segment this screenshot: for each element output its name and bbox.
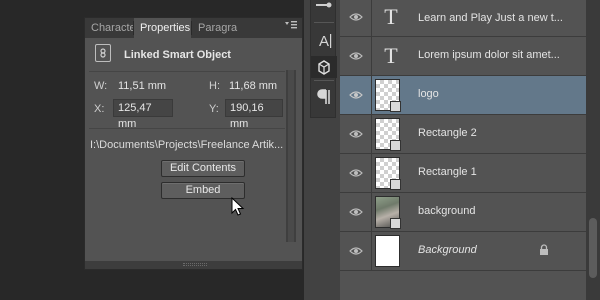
properties-panel: Characte Properties Paragra Linked Smart… bbox=[84, 17, 303, 270]
layer-name: Rectangle 2 bbox=[418, 127, 477, 139]
layer-thumbnail bbox=[375, 118, 401, 151]
edit-contents-button[interactable]: Edit Contents bbox=[161, 160, 245, 177]
visibility-toggle[interactable] bbox=[340, 232, 372, 270]
panel-menu-icon[interactable] bbox=[282, 20, 300, 36]
tool-strip: A bbox=[304, 0, 340, 300]
layer-name: Background bbox=[418, 244, 477, 256]
eye-icon bbox=[349, 208, 363, 216]
x-position-field[interactable]: 125,47 mm bbox=[113, 99, 173, 130]
smart-object-badge-icon bbox=[390, 179, 401, 190]
svg-text:A: A bbox=[319, 33, 329, 50]
visibility-toggle[interactable] bbox=[340, 0, 372, 36]
layer-row-selected[interactable]: logo bbox=[340, 76, 586, 115]
text-layer-icon: T bbox=[384, 4, 398, 29]
width-label: W: bbox=[94, 80, 108, 92]
tool-divider bbox=[314, 22, 334, 23]
layer-name: background bbox=[418, 205, 476, 217]
resize-grip[interactable] bbox=[85, 261, 302, 269]
character-tool-icon[interactable]: A bbox=[311, 30, 337, 52]
layers-panel: T Learn and Play Just a new t... T Lorem… bbox=[340, 0, 586, 300]
tab-character[interactable]: Characte bbox=[85, 18, 133, 38]
brush-tool-icon[interactable] bbox=[311, 0, 337, 22]
linked-smart-object-icon bbox=[95, 44, 111, 62]
width-value: 11,51 mm bbox=[118, 80, 167, 92]
layer-thumbnail bbox=[375, 79, 401, 112]
divider bbox=[89, 71, 285, 72]
layer-row[interactable]: Rectangle 2 bbox=[340, 115, 586, 154]
layer-row[interactable]: Background bbox=[340, 232, 586, 271]
eye-icon bbox=[349, 169, 363, 177]
grip-dots bbox=[183, 263, 207, 266]
layers-scrollbar[interactable] bbox=[586, 0, 600, 300]
tab-paragraph[interactable]: Paragra bbox=[192, 18, 240, 38]
eye-icon bbox=[349, 13, 363, 21]
smart-object-badge-icon bbox=[390, 101, 401, 112]
y-label: Y: bbox=[209, 103, 219, 115]
y-position-field[interactable]: 190,16 mm bbox=[225, 99, 283, 130]
height-value: 11,68 mm bbox=[229, 80, 278, 92]
layer-row[interactable]: T Lorem ipsum dolor sit amet... bbox=[340, 37, 586, 76]
divider bbox=[89, 128, 285, 129]
layer-name: Lorem ipsum dolor sit amet... bbox=[418, 49, 560, 61]
panel-title: Linked Smart Object bbox=[124, 49, 231, 61]
scrollbar-thumb[interactable] bbox=[288, 70, 294, 242]
paragraph-tool-icon[interactable] bbox=[311, 86, 337, 108]
lock-icon bbox=[540, 244, 548, 255]
text-layer-icon: T bbox=[384, 43, 398, 68]
layer-name: Rectangle 1 bbox=[418, 166, 477, 178]
tool-divider bbox=[314, 80, 334, 81]
scrollbar-thumb[interactable] bbox=[589, 218, 597, 278]
smart-object-badge-icon bbox=[390, 218, 401, 229]
visibility-toggle[interactable] bbox=[340, 154, 372, 192]
layer-thumbnail bbox=[375, 235, 400, 267]
layer-name: logo bbox=[418, 88, 439, 100]
layer-name: Learn and Play Just a new t... bbox=[418, 12, 563, 24]
visibility-toggle[interactable] bbox=[340, 37, 372, 75]
linked-file-path: I:\Documents\Projects\Freelance Artik... bbox=[90, 139, 284, 151]
panel-scrollbar[interactable] bbox=[286, 70, 296, 242]
eye-icon bbox=[349, 91, 363, 99]
smart-object-badge-icon bbox=[390, 140, 401, 151]
x-label: X: bbox=[94, 103, 105, 115]
layer-row[interactable]: Rectangle 1 bbox=[340, 154, 586, 193]
visibility-toggle[interactable] bbox=[340, 193, 372, 231]
eye-icon bbox=[349, 130, 363, 138]
mouse-cursor-icon bbox=[231, 197, 245, 216]
tool-column: A bbox=[310, 0, 337, 118]
layer-thumbnail bbox=[375, 157, 401, 190]
layer-row[interactable]: T Learn and Play Just a new t... bbox=[340, 0, 586, 37]
eye-icon bbox=[349, 52, 363, 60]
3d-tool-icon[interactable] bbox=[311, 56, 337, 78]
eye-icon bbox=[349, 247, 363, 255]
tab-properties[interactable]: Properties bbox=[134, 18, 191, 38]
panel-tab-bar: Characte Properties Paragra bbox=[85, 18, 302, 38]
height-label: H: bbox=[209, 80, 220, 92]
layer-row[interactable]: background bbox=[340, 193, 586, 232]
visibility-toggle[interactable] bbox=[340, 115, 372, 153]
visibility-toggle[interactable] bbox=[340, 76, 372, 114]
layer-thumbnail bbox=[375, 196, 401, 229]
